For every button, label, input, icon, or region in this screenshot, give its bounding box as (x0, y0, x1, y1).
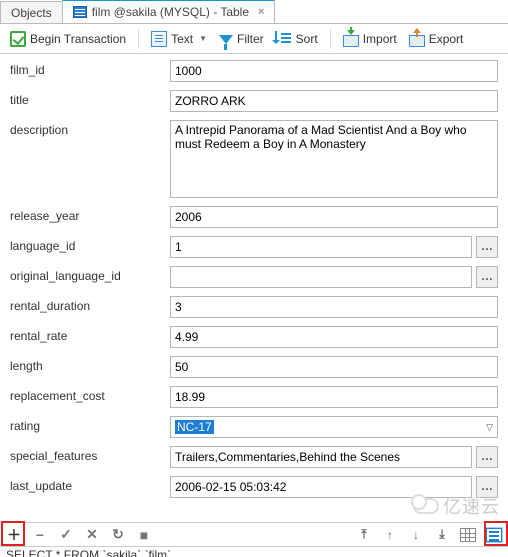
last-record-button[interactable]: ⤓ (434, 527, 450, 543)
field-language-id[interactable] (170, 236, 472, 258)
label-title: title (10, 90, 170, 107)
field-title[interactable] (170, 90, 498, 112)
close-icon[interactable]: × (258, 6, 264, 18)
filter-button[interactable]: Filter (215, 28, 268, 50)
import-button[interactable]: Import (339, 28, 401, 50)
field-rental-rate[interactable] (170, 326, 498, 348)
cancel-button[interactable]: ✕ (84, 527, 100, 543)
field-rental-duration[interactable] (170, 296, 498, 318)
field-rating-select[interactable]: NC-17 ▽ (170, 416, 498, 438)
apply-button[interactable]: ✓ (58, 527, 74, 543)
sql-text: SELECT * FROM `sakila`.`film` (6, 548, 171, 557)
field-film-id[interactable] (170, 60, 498, 82)
label-description: description (10, 120, 170, 137)
tab-objects-label: Objects (11, 6, 52, 20)
field-rating-value: NC-17 (175, 420, 214, 434)
text-icon (151, 31, 167, 47)
tab-objects[interactable]: Objects (0, 1, 63, 23)
sql-status-bar: SELECT * FROM `sakila`.`film` (0, 546, 508, 557)
stop-button[interactable]: ■ (136, 527, 152, 543)
field-release-year[interactable] (170, 206, 498, 228)
label-rental-duration: rental_duration (10, 296, 170, 313)
export-label: Export (429, 32, 464, 46)
lookup-language-button[interactable]: … (476, 236, 498, 258)
separator (330, 29, 331, 49)
tab-film-label: film @sakila (MYSQL) - Table (92, 5, 249, 19)
sort-icon (276, 31, 292, 47)
prev-record-button[interactable]: ↑ (382, 527, 398, 543)
field-original-language-id[interactable] (170, 266, 472, 288)
record-form: film_id title description A Intrepid Pan… (0, 54, 508, 522)
main-toolbar: Begin Transaction Text ▼ Filter Sort Imp… (0, 24, 508, 54)
refresh-button[interactable]: ↻ (110, 527, 126, 543)
label-length: length (10, 356, 170, 373)
tab-film-table[interactable]: film @sakila (MYSQL) - Table × (62, 0, 276, 23)
label-language-id: language_id (10, 236, 170, 253)
next-record-button[interactable]: ↓ (408, 527, 424, 543)
chevron-down-icon: ▽ (486, 422, 493, 433)
form-view-button[interactable] (486, 528, 502, 542)
field-last-update[interactable] (170, 476, 472, 498)
begin-transaction-label: Begin Transaction (30, 32, 126, 46)
label-release-year: release_year (10, 206, 170, 223)
field-replacement-cost[interactable] (170, 386, 498, 408)
field-length[interactable] (170, 356, 498, 378)
export-button[interactable]: Export (405, 28, 468, 50)
label-film-id: film_id (10, 60, 170, 77)
lookup-original-language-button[interactable]: … (476, 266, 498, 288)
record-nav-bar: ＋ − ✓ ✕ ↻ ■ ⤒ ↑ ↓ ⤓ (0, 522, 508, 546)
edit-special-features-button[interactable]: … (476, 446, 498, 468)
label-rental-rate: rental_rate (10, 326, 170, 343)
field-description[interactable]: A Intrepid Panorama of a Mad Scientist A… (170, 120, 498, 198)
import-icon (343, 35, 359, 47)
text-button[interactable]: Text ▼ (147, 28, 211, 50)
chevron-down-icon: ▼ (199, 34, 207, 43)
delete-row-button[interactable]: − (32, 527, 48, 543)
label-rating: rating (10, 416, 170, 433)
export-icon (409, 35, 425, 47)
sort-button[interactable]: Sort (272, 28, 322, 50)
sort-label: Sort (296, 32, 318, 46)
begin-transaction-button[interactable]: Begin Transaction (6, 28, 130, 50)
label-last-update: last_update (10, 476, 170, 493)
add-row-button[interactable]: ＋ (6, 527, 22, 543)
tab-bar: Objects film @sakila (MYSQL) - Table × (0, 0, 508, 24)
text-label: Text (171, 32, 193, 46)
cloud-icon (413, 498, 439, 514)
filter-label: Filter (237, 32, 264, 46)
first-record-button[interactable]: ⤒ (356, 527, 372, 543)
label-replacement-cost: replacement_cost (10, 386, 170, 403)
filter-icon (219, 35, 233, 44)
table-icon (73, 6, 87, 18)
field-special-features[interactable] (170, 446, 472, 468)
grid-view-button[interactable] (460, 528, 476, 542)
import-label: Import (363, 32, 397, 46)
edit-last-update-button[interactable]: … (476, 476, 498, 498)
begin-transaction-icon (10, 31, 26, 47)
label-original-language-id: original_language_id (10, 266, 170, 283)
label-special-features: special_features (10, 446, 170, 463)
separator (138, 29, 139, 49)
